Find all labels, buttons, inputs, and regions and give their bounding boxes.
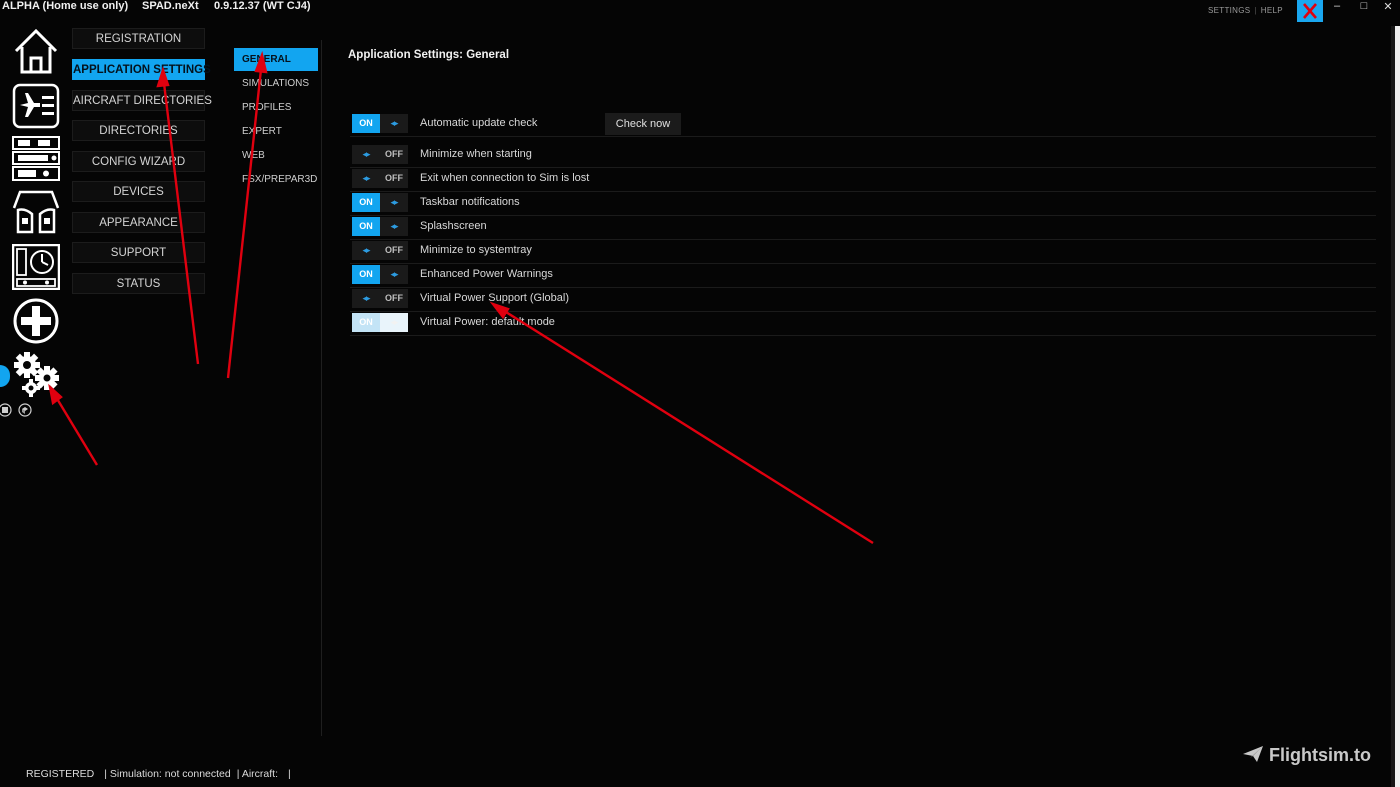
- paper-plane-icon: [1243, 746, 1263, 762]
- check-now-button[interactable]: Check now: [605, 113, 681, 135]
- setting-label: Splashscreen: [420, 220, 487, 232]
- submenu-expert[interactable]: EXPERT: [242, 126, 282, 137]
- setting-label: Enhanced Power Warnings: [420, 268, 553, 280]
- submenu-panel: [233, 40, 322, 736]
- app-name-label: SPAD.neXt: [142, 0, 199, 12]
- radio-stack-icon[interactable]: [12, 136, 60, 182]
- submenu-simulations[interactable]: SIMULATIONS: [242, 78, 309, 89]
- category-support[interactable]: SUPPORT: [72, 242, 205, 263]
- category-application-settings[interactable]: APPLICATION SETTINGS: [72, 59, 211, 80]
- toggle-switch[interactable]: ◂▸ OFF: [352, 241, 408, 260]
- close-window-button[interactable]: ✕: [1380, 0, 1396, 13]
- setting-label: Virtual Power Support (Global): [420, 292, 569, 304]
- toggle-arrows-icon: ◂▸: [390, 317, 398, 327]
- category-devices[interactable]: DEVICES: [72, 181, 205, 202]
- toggle-switch[interactable]: ON ◂▸: [352, 265, 408, 284]
- arrow-settings-gears: [51, 391, 99, 466]
- cockpit-seats-icon[interactable]: [12, 188, 60, 238]
- setting-label: Minimize when starting: [420, 148, 532, 160]
- watermark-text: Flightsim.to: [1269, 745, 1372, 765]
- page-title: Application Settings: General: [348, 49, 510, 61]
- aircraft-status: | Aircraft:: [236, 768, 278, 780]
- toggle-switch: ON ◂▸: [352, 313, 408, 332]
- setting-label: Exit when connection to Sim is lost: [420, 172, 590, 184]
- package-icon[interactable]: [17, 403, 33, 422]
- toggle-switch[interactable]: ◂▸ OFF: [352, 169, 408, 188]
- home-icon[interactable]: [12, 27, 60, 75]
- status-bar: REGISTERED | Simulation: not connected | A…: [26, 768, 291, 780]
- submenu-general[interactable]: GENERAL: [234, 48, 318, 71]
- toggle-arrows-icon: ◂▸: [390, 197, 398, 207]
- toggle-on-text: ON: [352, 193, 380, 212]
- submenu-web[interactable]: WEB: [242, 150, 265, 161]
- toggle-off-text: OFF: [385, 245, 403, 255]
- help-link[interactable]: HELP: [1261, 6, 1283, 15]
- category-directories[interactable]: DIRECTORIES: [72, 120, 205, 141]
- toggle-arrows-icon: ◂▸: [362, 293, 370, 303]
- save-icon[interactable]: [0, 403, 14, 422]
- instrument-panel-icon[interactable]: [12, 244, 60, 290]
- toggle-arrows-icon: ◂▸: [362, 173, 370, 183]
- title-bar: ALPHA (Home use only) SPAD.neXt 0.9.12.3…: [0, 0, 1400, 22]
- settings-gears-icon[interactable]: [12, 352, 60, 398]
- setting-label: Minimize to systemtray: [420, 244, 532, 256]
- submenu-profiles[interactable]: PROFILES: [242, 102, 291, 113]
- toggle-on-text: ON: [352, 265, 380, 284]
- toggle-on-text: ON: [352, 313, 380, 332]
- settings-row: [350, 215, 1376, 240]
- arrow-virtual-power: [497, 305, 874, 545]
- toggle-switch[interactable]: ON ◂▸: [352, 193, 408, 212]
- toggle-switch[interactable]: ON ◂▸: [352, 217, 408, 236]
- category-status[interactable]: STATUS: [72, 273, 205, 294]
- aircraft-status-tail: |: [288, 768, 291, 780]
- toggle-on-text: ON: [352, 217, 380, 236]
- submenu-fsx-prepar3d[interactable]: FSX/PREPAR3D: [242, 174, 317, 185]
- toggle-switch[interactable]: ◂▸ OFF: [352, 145, 408, 164]
- license-label: ALPHA (Home use only): [2, 0, 129, 12]
- toggle-off-text: OFF: [385, 173, 403, 183]
- window-edge: [1395, 26, 1400, 787]
- category-registration[interactable]: REGISTRATION: [72, 28, 205, 49]
- settings-link[interactable]: SETTINGS: [1208, 6, 1250, 15]
- toggle-switch[interactable]: ◂▸ OFF: [352, 289, 408, 308]
- active-indicator: [0, 365, 10, 387]
- setting-label: Taskbar notifications: [420, 196, 520, 208]
- maximize-button[interactable]: □: [1356, 0, 1372, 12]
- watermark: Flightsim.to: [1242, 745, 1371, 766]
- toggle-off-text: OFF: [385, 149, 403, 159]
- setting-label: Automatic update check: [420, 117, 538, 129]
- toggle-arrows-icon: ◂▸: [390, 118, 398, 128]
- registration-status: REGISTERED: [26, 768, 95, 780]
- toggle-arrows-icon: ◂▸: [390, 221, 398, 231]
- simulation-status: | Simulation: not connected: [104, 768, 231, 780]
- toggle-arrows-icon: ◂▸: [362, 149, 370, 159]
- toggle-switch[interactable]: ON ◂▸: [352, 114, 408, 133]
- minimize-button[interactable]: –: [1329, 0, 1345, 12]
- toggle-arrows-icon: ◂▸: [390, 269, 398, 279]
- red-x-icon: [1303, 3, 1317, 19]
- aircraft-profile-icon[interactable]: [12, 83, 60, 129]
- setting-label: Virtual Power: default mode: [420, 316, 555, 328]
- top-links: SETTINGS | HELP: [1208, 6, 1283, 15]
- close-sim-button[interactable]: [1297, 0, 1323, 22]
- category-config-wizard[interactable]: CONFIG WIZARD: [72, 151, 205, 172]
- toggle-arrows-icon: ◂▸: [362, 245, 370, 255]
- toggle-on-text: ON: [352, 114, 380, 133]
- category-aircraft-directories[interactable]: AIRCRAFT DIRECTORIES: [72, 90, 212, 111]
- version-label: 0.9.12.37 (WT CJ4): [214, 0, 311, 12]
- add-icon[interactable]: [12, 297, 60, 345]
- toggle-off-text: OFF: [385, 293, 403, 303]
- category-appearance[interactable]: APPEARANCE: [72, 212, 205, 233]
